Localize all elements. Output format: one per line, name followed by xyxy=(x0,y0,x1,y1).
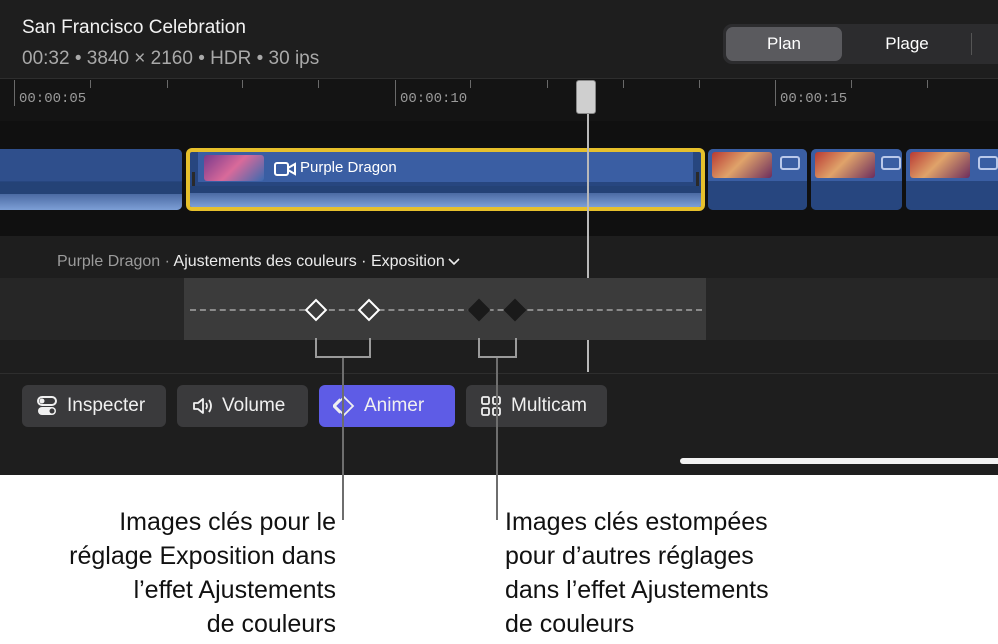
callout-bracket xyxy=(315,338,371,358)
callout-right-line: pour d’autres réglages xyxy=(505,542,754,570)
callout-left-line: l’effet Ajustements xyxy=(133,576,336,604)
ruler-tick xyxy=(90,80,91,88)
timeline-clip[interactable] xyxy=(906,149,998,210)
project-title: San Francisco Celebration xyxy=(22,17,246,38)
selected-clip[interactable]: Purple Dragon xyxy=(186,148,705,211)
ruler-tick xyxy=(242,80,243,88)
inspect-button[interactable]: Inspecter xyxy=(22,385,166,427)
home-indicator xyxy=(680,458,998,464)
timeline-track: Purple Dragon xyxy=(0,121,998,236)
keyframe-curve xyxy=(190,309,702,311)
project-meta: 00:32 • 3840 × 2160 • HDR • 30 ips xyxy=(22,48,320,69)
clip-thumbnail xyxy=(712,152,772,178)
volume-label: Volume xyxy=(222,395,286,416)
segment-plan[interactable]: Plan xyxy=(726,27,842,61)
segment-divider xyxy=(971,33,972,55)
callout-left-line: de couleurs xyxy=(206,610,336,638)
animate-label: Animer xyxy=(364,395,425,416)
video-camera-icon xyxy=(978,156,998,170)
view-segmented-control: Plan Plage xyxy=(723,24,998,64)
ruler-label: 00:00:10 xyxy=(400,91,468,107)
video-camera-icon xyxy=(274,162,296,176)
multicam-label: Multicam xyxy=(511,395,588,416)
callout-bracket xyxy=(478,338,517,358)
volume-button[interactable]: Volume xyxy=(177,385,308,427)
inspect-label: Inspecter xyxy=(67,395,146,416)
keyframe-diamond-icon xyxy=(333,395,355,417)
breadcrumb-clip: Purple Dragon xyxy=(57,253,161,270)
ruler-tick xyxy=(927,80,928,88)
timeline-clip[interactable] xyxy=(811,149,902,210)
timeline-clip[interactable] xyxy=(708,149,807,210)
clip-thumbnail xyxy=(910,152,970,178)
callout-left-line: réglage Exposition dans xyxy=(69,542,336,570)
ruler-label: 00:00:15 xyxy=(780,91,848,107)
playhead-handle[interactable] xyxy=(576,80,596,114)
callout-leader-line xyxy=(342,358,344,520)
multicam-button[interactable]: Multicam xyxy=(466,385,607,427)
segment-plage[interactable]: Plage xyxy=(847,27,967,61)
ruler-tick xyxy=(395,80,396,106)
animation-breadcrumb[interactable]: Purple Dragon · Ajustements des couleurs… xyxy=(57,253,461,271)
ruler-tick xyxy=(167,80,168,88)
breadcrumb-parameter: Exposition xyxy=(370,253,445,270)
clip-thumbnail xyxy=(204,155,264,181)
ruler-tick xyxy=(623,80,624,88)
ruler-tick xyxy=(699,80,700,88)
inspector-toggle-icon xyxy=(37,396,57,415)
speaker-icon xyxy=(193,398,212,414)
ruler-tick xyxy=(775,80,776,106)
callout-left-line: Images clés pour le xyxy=(119,508,336,536)
ruler-tick xyxy=(14,80,15,106)
ruler-tick xyxy=(318,80,319,88)
callout-right: Images clés estompées pour d’autres régl… xyxy=(505,505,769,641)
clip-label: Purple Dragon xyxy=(300,159,397,176)
callout-leader-line xyxy=(496,358,498,520)
callout-left: Images clés pour le réglage Exposition d… xyxy=(69,505,336,641)
chevron-down-icon[interactable] xyxy=(447,256,461,266)
app-window: San Francisco Celebration 00:32 • 3840 ×… xyxy=(0,0,998,475)
breadcrumb-separator: · xyxy=(356,253,371,270)
video-camera-icon xyxy=(881,156,901,170)
timecode-ruler[interactable]: 00:00:05 00:00:10 00:00:15 xyxy=(0,78,998,121)
ruler-tick xyxy=(547,80,548,88)
clip-thumbnail xyxy=(815,152,875,178)
animate-button[interactable]: Animer xyxy=(319,385,455,427)
breadcrumb-separator: · xyxy=(160,253,174,270)
video-camera-icon xyxy=(780,156,800,170)
ruler-tick xyxy=(851,80,852,88)
callout-right-line: dans l’effet Ajustements xyxy=(505,576,769,604)
ruler-tick xyxy=(470,80,471,88)
callout-right-line: Images clés estompées xyxy=(505,508,768,536)
callout-right-line: de couleurs xyxy=(505,610,635,638)
timeline-clip[interactable] xyxy=(0,149,182,210)
breadcrumb-effect: Ajustements des couleurs xyxy=(173,253,357,270)
ruler-label: 00:00:05 xyxy=(19,91,87,107)
multicam-grid-icon xyxy=(481,396,501,416)
